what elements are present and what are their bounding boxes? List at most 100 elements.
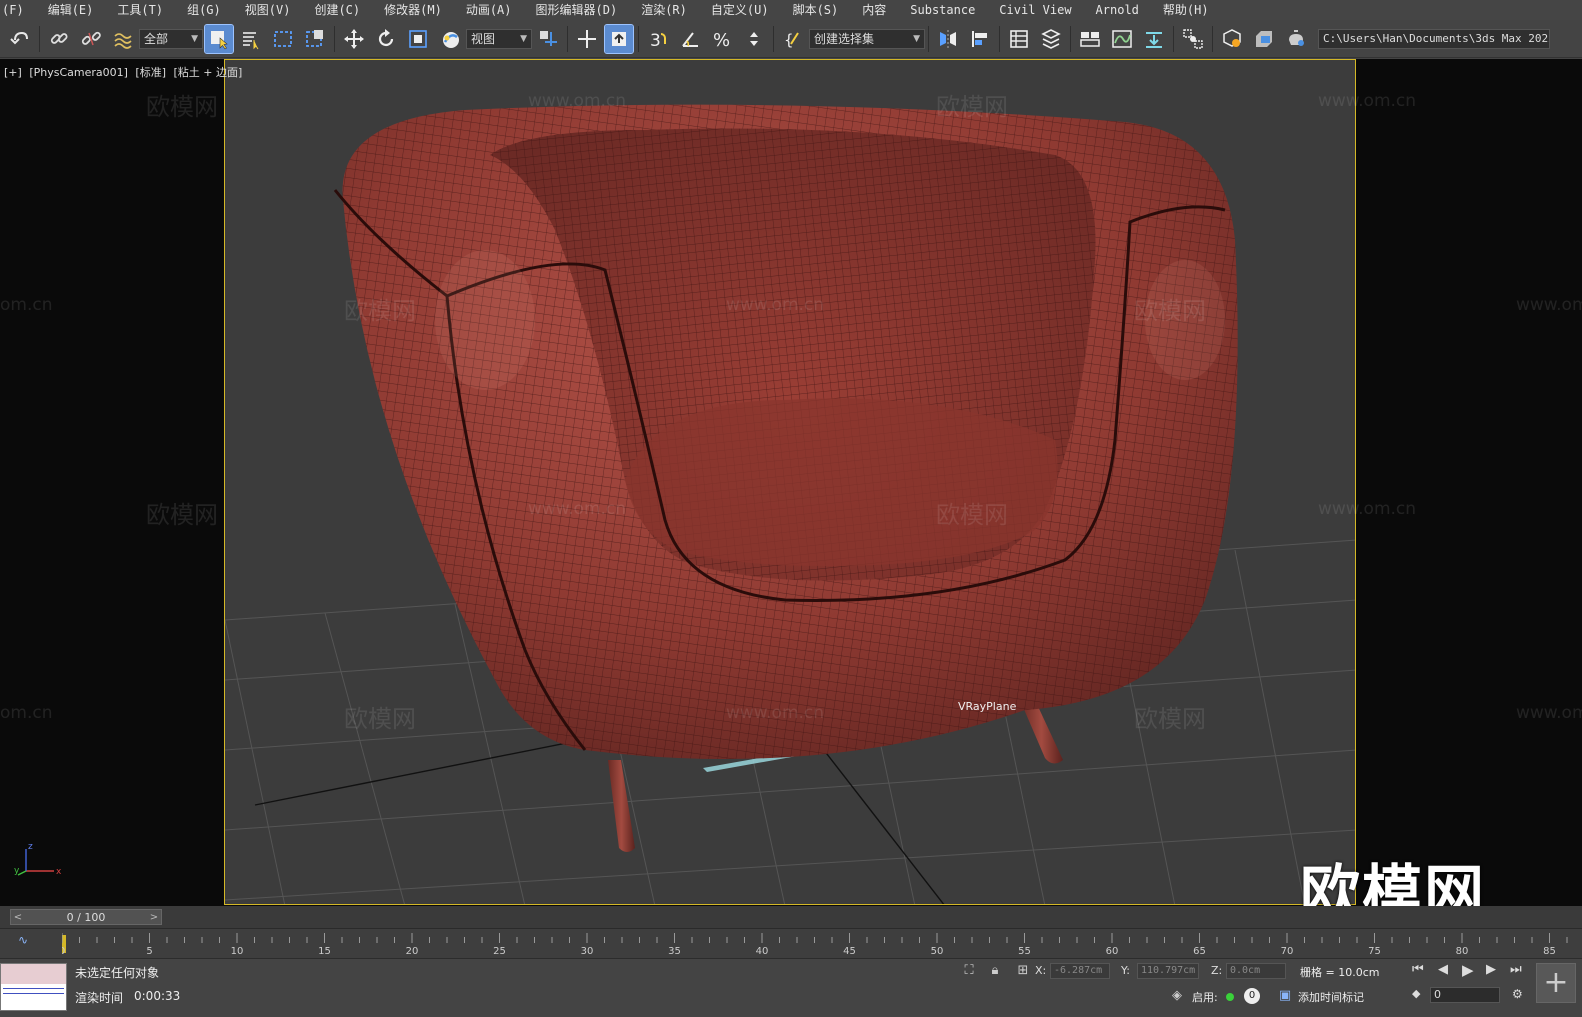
grid-size: 栅格 = 10.0cm xyxy=(1300,966,1380,979)
material-editor-icon[interactable] xyxy=(1179,25,1207,53)
menu-views[interactable]: 视图(V) xyxy=(233,0,303,20)
ref-coord-dropdown[interactable]: 视图 ▼ xyxy=(466,28,532,49)
placement-icon[interactable] xyxy=(436,25,464,53)
render-setup-icon[interactable] xyxy=(1218,25,1246,53)
adaptive-degradation-icon[interactable]: ◈ xyxy=(1168,987,1186,1005)
viewport-shading-std[interactable]: [标准] xyxy=(135,66,166,79)
play-icon[interactable]: ▶ xyxy=(1462,961,1474,979)
time-tag-icon[interactable]: ▣ xyxy=(1276,987,1294,1005)
ref-coord-value: 视图 xyxy=(471,32,496,46)
menu-content[interactable]: 内容 xyxy=(850,0,898,20)
project-path-dropdown[interactable]: C:\Users\Han\Documents\3ds Max 2022▼ xyxy=(1318,28,1550,49)
timeline-tick-label: 75 xyxy=(1368,946,1381,957)
x-coord-field[interactable]: -6.287cm xyxy=(1050,963,1110,979)
undo-icon[interactable] xyxy=(6,25,34,53)
menu-bar: (F) 编辑(E) 工具(T) 组(G) 视图(V) 创建(C) 修改器(M) … xyxy=(0,0,1582,20)
menu-file[interactable]: (F) xyxy=(0,0,36,20)
isolate-selection-icon[interactable]: ⛶ xyxy=(960,962,978,980)
toolbar-separator xyxy=(638,25,639,52)
timeline-tick-label: 40 xyxy=(756,946,769,957)
window-crossing-icon[interactable] xyxy=(301,25,329,53)
lock-icon[interactable]: 🔒︎ xyxy=(986,962,1004,980)
unlink-icon[interactable] xyxy=(77,25,105,53)
time-config-icon[interactable]: ⚙ xyxy=(1512,987,1523,1001)
track-bar[interactable]: ∿ 0 5 10 15 20 25 30 35 40 45 50 55 60 65 70 75 80 85 xyxy=(0,928,1582,958)
z-coord-field[interactable]: 0.0cm xyxy=(1226,963,1286,979)
viewport-shading-mode[interactable]: [粘土 + 边面] xyxy=(174,66,243,79)
menu-modifiers[interactable]: 修改器(M) xyxy=(372,0,454,20)
rotate-icon[interactable] xyxy=(372,25,400,53)
menu-civil-view[interactable]: Civil View xyxy=(987,0,1083,20)
percent-snap-icon[interactable]: % xyxy=(708,25,736,53)
y-label: Y: xyxy=(1121,964,1130,977)
menu-edit[interactable]: 编辑(E) xyxy=(36,0,106,20)
next-frame-icon[interactable]: ▶ xyxy=(1486,962,1496,977)
edit-named-sel-icon[interactable]: { xyxy=(779,25,807,53)
menu-group[interactable]: 组(G) xyxy=(175,0,233,20)
viewport-camera-label[interactable]: [PhysCamera001] xyxy=(29,66,128,79)
render-icon[interactable] xyxy=(1282,25,1310,53)
chevron-left-icon[interactable]: < xyxy=(11,912,25,923)
rect-region-icon[interactable] xyxy=(269,25,297,53)
scale-icon[interactable] xyxy=(404,25,432,53)
listener-input[interactable] xyxy=(1,964,66,984)
move-icon[interactable] xyxy=(340,25,368,53)
timeline-ticks: 0 5 10 15 20 25 30 35 40 45 50 55 60 65 70 75 80 85 xyxy=(62,933,1568,957)
prev-frame-icon[interactable]: ◀ xyxy=(1438,962,1448,977)
chevron-right-icon[interactable]: > xyxy=(147,912,161,923)
bind-spacewarp-icon[interactable] xyxy=(109,25,137,53)
viewport-label[interactable]: [+] [PhysCamera001] [标准] [粘土 + 边面] xyxy=(4,64,246,80)
time-slider[interactable]: < 0 / 100 > xyxy=(10,909,162,925)
keyboard-shortcut-icon[interactable] xyxy=(604,23,634,54)
layer-explorer-icon[interactable] xyxy=(1037,25,1065,53)
watermark: om.cn xyxy=(0,703,53,723)
maxscript-mini-listener[interactable] xyxy=(0,963,67,1011)
use-pivot-icon[interactable] xyxy=(534,25,562,53)
menu-scripting[interactable]: 脚本(S) xyxy=(781,0,851,20)
menu-tools[interactable]: 工具(T) xyxy=(105,0,175,20)
spinner-snap-icon[interactable] xyxy=(740,25,768,53)
current-frame-field[interactable]: 0 xyxy=(1430,987,1500,1003)
key-mode-icon[interactable]: ◆ xyxy=(1412,987,1420,1000)
axis-x-label: x xyxy=(56,867,62,877)
axis-y-label: y xyxy=(14,866,20,876)
goto-start-icon[interactable]: ⏮ xyxy=(1412,962,1424,977)
curve-editor-icon[interactable] xyxy=(1108,25,1136,53)
watermark: www.om.cn xyxy=(1516,703,1582,723)
add-time-tag[interactable]: 添加时间标记 xyxy=(1298,989,1364,1005)
menu-arnold[interactable]: Arnold xyxy=(1084,0,1151,20)
schematic-view-icon[interactable] xyxy=(1140,25,1168,53)
viewport-menu-plus[interactable]: [+] xyxy=(4,66,22,79)
mini-curve-editor-icon[interactable]: ∿ xyxy=(18,933,40,951)
named-selection-value: 创建选择集 xyxy=(814,32,875,46)
render-time-value: 0:00:33 xyxy=(134,989,181,1003)
scene-explorer-icon[interactable] xyxy=(1005,25,1033,53)
y-coord-field[interactable]: 110.797cm xyxy=(1137,963,1199,979)
select-by-name-icon[interactable] xyxy=(237,25,265,53)
angle-snap-icon[interactable] xyxy=(676,25,704,53)
menu-substance[interactable]: Substance xyxy=(898,0,987,20)
timeline-tick-label: 30 xyxy=(581,946,594,957)
select-manipulate-icon[interactable] xyxy=(573,25,601,53)
menu-animation[interactable]: 动画(A) xyxy=(454,0,524,20)
menu-graph-editors[interactable]: 图形编辑器(D) xyxy=(524,0,630,20)
snap-3d-icon[interactable]: 3 xyxy=(644,25,672,53)
select-object-icon[interactable] xyxy=(204,23,234,54)
menu-create[interactable]: 创建(C) xyxy=(302,0,372,20)
named-selection-dropdown[interactable]: 创建选择集 ▼ xyxy=(809,28,925,49)
ribbon-icon[interactable] xyxy=(1076,25,1104,53)
menu-customize[interactable]: 自定义(U) xyxy=(699,0,781,20)
timeline-tick-label: 0 xyxy=(62,946,65,957)
align-icon[interactable] xyxy=(966,25,994,53)
timeline-tick-label: 20 xyxy=(406,946,419,957)
absolute-mode-icon[interactable]: ⊞ xyxy=(1014,962,1032,980)
link-icon[interactable] xyxy=(45,25,73,53)
rendered-frame-icon[interactable] xyxy=(1250,25,1278,53)
selection-filter-dropdown[interactable]: 全部 ▼ xyxy=(139,28,203,49)
viewport-area[interactable]: [+] [PhysCamera001] [标准] [粘土 + 边面] VRayP… xyxy=(0,59,1582,906)
mirror-icon[interactable] xyxy=(934,25,962,53)
menu-help[interactable]: 帮助(H) xyxy=(1151,0,1221,20)
goto-end-icon[interactable]: ⏭ xyxy=(1510,962,1522,977)
create-plus-icon[interactable]: + xyxy=(1536,963,1576,1003)
menu-rendering[interactable]: 渲染(R) xyxy=(629,0,699,20)
